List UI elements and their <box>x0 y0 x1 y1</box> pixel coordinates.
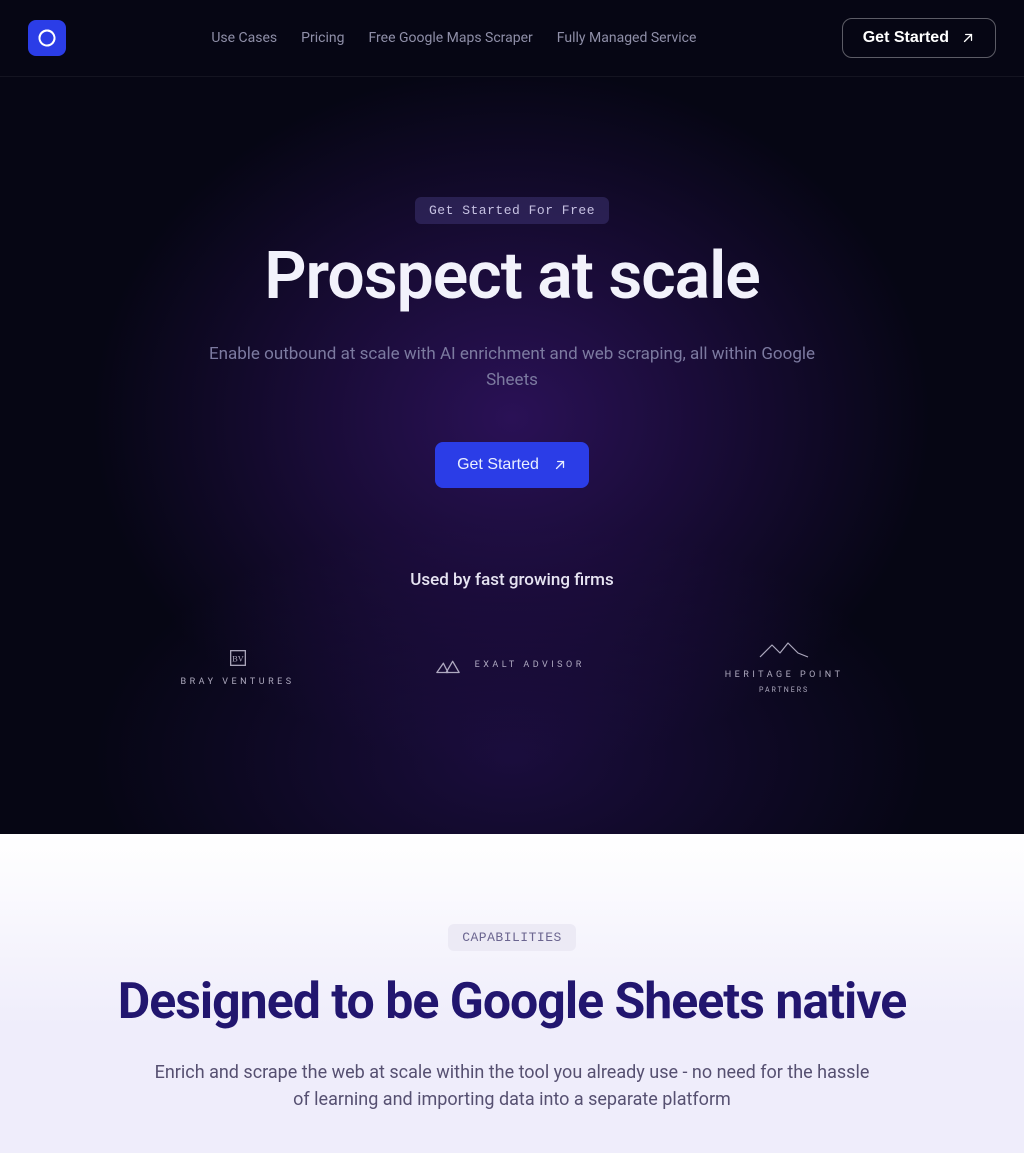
firm-logo-icon: BV <box>216 645 260 671</box>
firm-sub: PARTNERS <box>759 686 809 694</box>
arrow-up-right-icon <box>961 31 975 45</box>
firms-row: BV BRAY VENTURES EXALT ADVISOR <box>40 638 984 694</box>
nav-cta-label: Get Started <box>863 29 949 47</box>
firm-name: EXALT ADVISOR <box>475 659 585 673</box>
capabilities-title: Designed to be Google Sheets native <box>40 973 984 1031</box>
firm-logo-icon <box>435 653 461 679</box>
svg-text:BV: BV <box>232 654 244 663</box>
hero-section: Get Started For Free Prospect at scale E… <box>0 77 1024 834</box>
firm-name: BRAY VENTURES <box>181 677 295 687</box>
used-by-heading: Used by fast growing firms <box>40 570 984 590</box>
firm-name: HERITAGE POINT <box>725 670 844 680</box>
hero-title: Prospect at scale <box>40 238 984 315</box>
capabilities-pill: CAPABILITIES <box>448 924 576 951</box>
hero-get-started-button[interactable]: Get Started <box>435 442 589 488</box>
hero-subtitle: Enable outbound at scale with AI enrichm… <box>202 341 822 394</box>
firm-logo-icon <box>754 638 814 664</box>
nav-get-started-button[interactable]: Get Started <box>842 18 996 58</box>
logo[interactable] <box>28 20 66 56</box>
capabilities-section: CAPABILITIES Designed to be Google Sheet… <box>0 834 1024 1153</box>
hero-pill: Get Started For Free <box>415 197 609 224</box>
arrow-up-right-icon <box>553 458 567 472</box>
firm-bray-ventures: BV BRAY VENTURES <box>181 645 295 687</box>
top-nav: Use Cases Pricing Free Google Maps Scrap… <box>0 0 1024 77</box>
nav-links: Use Cases Pricing Free Google Maps Scrap… <box>211 30 696 46</box>
nav-link-maps-scraper[interactable]: Free Google Maps Scraper <box>368 30 532 46</box>
capabilities-subtitle: Enrich and scrape the web at scale withi… <box>152 1059 872 1113</box>
hero-cta-label: Get Started <box>457 456 539 474</box>
nav-link-pricing[interactable]: Pricing <box>301 30 344 46</box>
nav-link-use-cases[interactable]: Use Cases <box>211 30 277 46</box>
firm-name-text: EXALT ADVISOR <box>475 659 585 673</box>
nav-link-managed-service[interactable]: Fully Managed Service <box>557 30 697 46</box>
firm-heritage-point: HERITAGE POINT PARTNERS <box>725 638 844 694</box>
firm-exalt-advisor: EXALT ADVISOR <box>435 653 585 679</box>
